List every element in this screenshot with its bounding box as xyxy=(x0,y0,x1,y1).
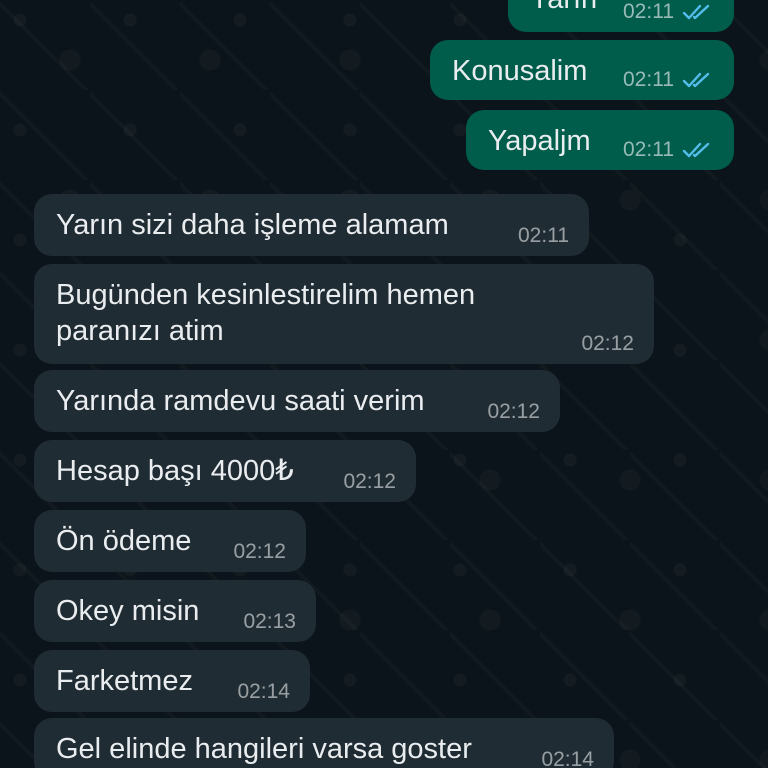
message-text: Ön ödeme xyxy=(56,525,192,557)
message-time: 02:12 xyxy=(233,540,286,563)
message-text: Okey misin xyxy=(56,595,200,627)
double-check-read-icon xyxy=(682,71,714,89)
message-meta: 02:14 xyxy=(237,681,290,702)
message-text: Hesap başı 4000₺ xyxy=(56,455,294,487)
message-time: 02:12 xyxy=(581,332,634,355)
message-bubble-incoming[interactable]: Hesap başı 4000₺ 02:12 xyxy=(34,440,416,502)
message-text: Yarın sizi daha işleme alamam xyxy=(56,209,449,241)
double-check-read-icon xyxy=(682,141,714,159)
message-meta: 02:11 xyxy=(623,1,714,22)
message-text: Konusalim xyxy=(452,55,588,87)
message-meta: 02:14 xyxy=(541,749,594,768)
chat-conversation: Yarın 02:11 Konusalim 02:11 Yapaljm 02:1… xyxy=(0,0,768,768)
message-bubble-outgoing[interactable]: Yapaljm 02:11 xyxy=(466,110,734,170)
message-bubble-incoming[interactable]: Okey misin 02:13 xyxy=(34,580,316,642)
message-time: 02:14 xyxy=(541,748,594,768)
message-meta: 02:13 xyxy=(243,611,296,632)
message-time: 02:13 xyxy=(243,610,296,633)
message-time: 02:11 xyxy=(518,224,569,247)
message-text: Farketmez xyxy=(56,665,193,697)
message-bubble-outgoing[interactable]: Konusalim 02:11 xyxy=(430,40,734,100)
message-bubble-incoming[interactable]: Farketmez 02:14 xyxy=(34,650,310,712)
message-text: Gel elinde hangileri varsa goster xyxy=(56,733,472,765)
message-bubble-incoming[interactable]: Yarında ramdevu saati verim 02:12 xyxy=(34,370,560,432)
message-time: 02:11 xyxy=(623,68,674,91)
message-bubble-incoming[interactable]: Ön ödeme 02:12 xyxy=(34,510,306,572)
message-bubble-outgoing[interactable]: Yarın 02:11 xyxy=(508,0,734,32)
message-bubble-incoming[interactable]: Gel elinde hangileri varsa goster 02:14 xyxy=(34,718,614,768)
message-bubble-incoming[interactable]: Bugünden kesinlestirelim hemen paranızı … xyxy=(34,264,654,364)
double-check-read-icon xyxy=(682,3,714,21)
message-text: Yapaljm xyxy=(488,125,591,157)
message-meta: 02:12 xyxy=(487,401,540,422)
message-time: 02:14 xyxy=(237,680,290,703)
message-meta: 02:11 xyxy=(623,69,714,90)
message-time: 02:12 xyxy=(487,400,540,423)
message-text: Bugünden kesinlestirelim hemen paranızı … xyxy=(56,279,476,347)
message-text: Yarın xyxy=(530,0,597,17)
message-meta: 02:12 xyxy=(233,541,286,562)
message-meta: 02:11 xyxy=(518,225,569,246)
message-bubble-incoming[interactable]: Yarın sizi daha işleme alamam 02:11 xyxy=(34,194,589,256)
message-text: Yarında ramdevu saati verim xyxy=(56,385,425,417)
message-time: 02:12 xyxy=(343,470,396,493)
message-time: 02:11 xyxy=(623,138,674,161)
message-time: 02:11 xyxy=(623,0,674,23)
message-meta: 02:11 xyxy=(623,139,714,160)
message-meta: 02:12 xyxy=(343,471,396,492)
message-meta: 02:12 xyxy=(581,333,634,354)
